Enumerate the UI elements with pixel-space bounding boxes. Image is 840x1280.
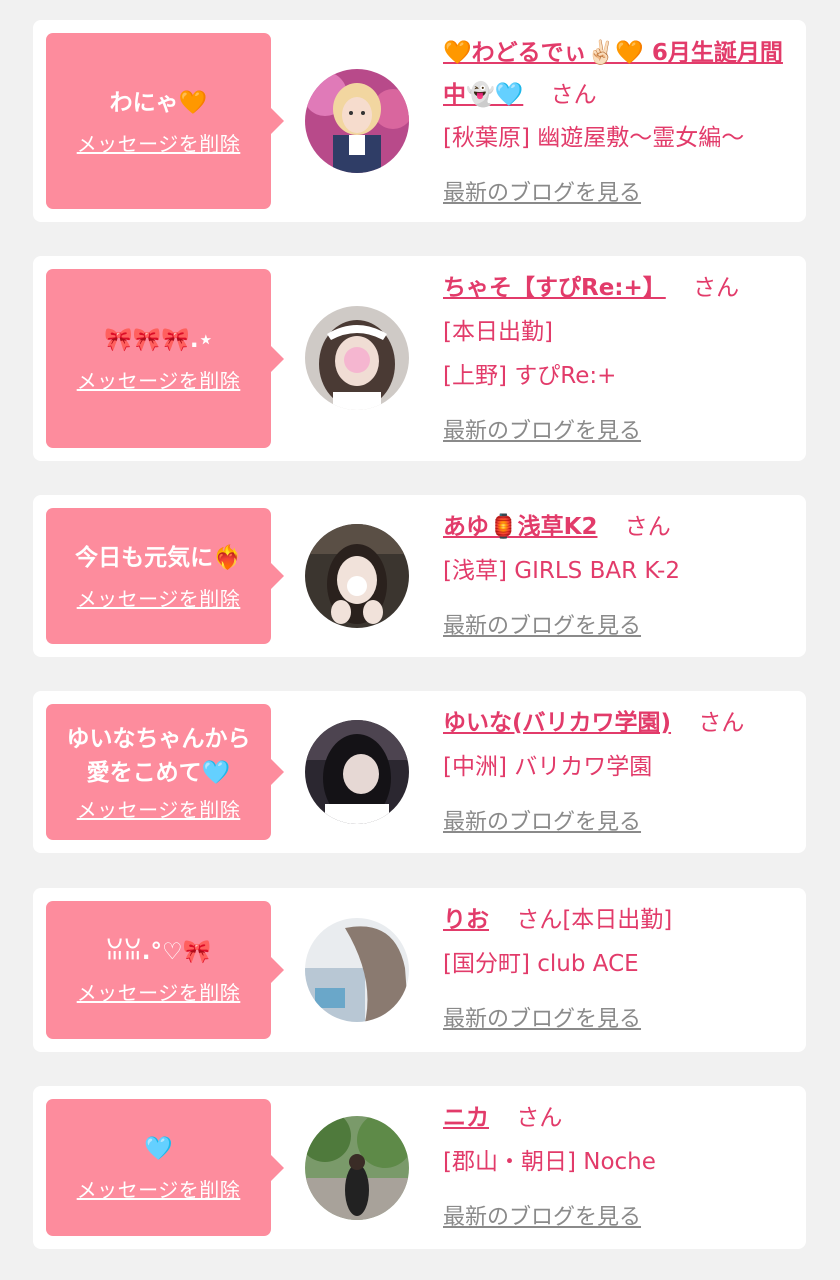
- message-list: わにゃ🧡 メッセージを削除 🧡わどるでぃ✌🏻🧡 6月生誕月間中👻🩵 さん [秋葉…: [0, 0, 840, 1280]
- latest-blog-link[interactable]: 最新のブログを見る: [443, 801, 641, 845]
- sender-name-link[interactable]: ゆいな(バリカワ学園): [443, 710, 671, 736]
- shop-detail: [郡山・朝日] Noche: [443, 1149, 656, 1175]
- sender-info: りお さん[本日出勤] [国分町] club ACE 最新のブログを見る: [443, 898, 796, 1042]
- latest-blog-link[interactable]: 最新のブログを見る: [443, 172, 641, 216]
- shop-detail: [秋葉原] 幽遊屋敷〜霊女編〜: [443, 125, 745, 151]
- message-bubble: ꈍꈍ.°♡🎀 メッセージを削除: [46, 901, 284, 1039]
- delete-message-link[interactable]: メッセージを削除: [77, 1174, 241, 1203]
- sender-info: ちゃそ【すぴRe:+】 さん [本日出勤] [上野] すぴRe:+ 最新のブログ…: [443, 266, 796, 454]
- message-text: ꈍꈍ.°♡🎀: [105, 938, 212, 965]
- shop-detail: [浅草] GIRLS BAR K-2: [443, 558, 680, 584]
- message-text: ゆいなちゃんから 愛をこめて🩵: [66, 725, 251, 786]
- sender-name-link[interactable]: ニカ: [443, 1105, 489, 1131]
- delete-message-link[interactable]: メッセージを削除: [77, 977, 241, 1006]
- delete-message-link[interactable]: メッセージを削除: [77, 794, 241, 823]
- message-card: ゆいなちゃんから 愛をこめて🩵 メッセージを削除 ゆいな(バリカワ学園) さん …: [33, 691, 806, 853]
- shop-detail: [上野] すぴRe:+: [443, 363, 617, 389]
- avatar[interactable]: [305, 918, 409, 1022]
- avatar[interactable]: [305, 720, 409, 824]
- delete-message-link[interactable]: メッセージを削除: [77, 583, 241, 612]
- avatar[interactable]: [305, 1116, 409, 1220]
- avatar[interactable]: [305, 306, 409, 410]
- message-text: 🩵: [144, 1136, 173, 1162]
- latest-blog-link[interactable]: 最新のブログを見る: [443, 410, 641, 454]
- honorific: さん: [550, 82, 597, 108]
- sender-info: ゆいな(バリカワ学園) さん [中洲] バリカワ学園 最新のブログを見る: [443, 701, 796, 845]
- sender-name-link[interactable]: 🧡わどるでぃ✌🏻🧡 6月生誕月間中👻🩵: [443, 40, 783, 108]
- sender-name-link[interactable]: りお: [443, 907, 489, 933]
- message-card: わにゃ🧡 メッセージを削除 🧡わどるでぃ✌🏻🧡 6月生誕月間中👻🩵 さん [秋葉…: [33, 20, 806, 222]
- sender-name-link[interactable]: ちゃそ【すぴRe:+】: [443, 275, 666, 301]
- message-bubble: 🎀🎀🎀.⋆ メッセージを削除: [46, 269, 284, 448]
- sender-info: あゆ🏮浅草K2 さん [浅草] GIRLS BAR K-2 最新のブログを見る: [443, 505, 796, 649]
- avatar[interactable]: [305, 69, 409, 173]
- message-bubble: わにゃ🧡 メッセージを削除: [46, 33, 284, 209]
- shop-detail: [国分町] club ACE: [443, 951, 639, 977]
- latest-blog-link[interactable]: 最新のブログを見る: [443, 1196, 641, 1240]
- sender-info: 🧡わどるでぃ✌🏻🧡 6月生誕月間中👻🩵 さん [秋葉原] 幽遊屋敷〜霊女編〜 最…: [443, 32, 796, 216]
- message-text: わにゃ🧡: [109, 89, 208, 116]
- sender-name-link[interactable]: あゆ🏮浅草K2: [443, 514, 597, 540]
- message-card: 🩵 メッセージを削除 ニカ さん [郡山・朝日] Noche 最新のブログを見る: [33, 1086, 806, 1249]
- honorific: さん: [698, 710, 745, 736]
- message-card: 🎀🎀🎀.⋆ メッセージを削除 ちゃそ【すぴRe:+】 さん [本日出勤] [上野…: [33, 256, 806, 461]
- message-bubble: 🩵 メッセージを削除: [46, 1099, 284, 1236]
- avatar[interactable]: [305, 524, 409, 628]
- delete-message-link[interactable]: メッセージを削除: [77, 128, 241, 157]
- honorific: さん: [516, 907, 563, 933]
- message-card: 今日も元気に❤️‍🔥 メッセージを削除 あゆ🏮浅草K2 さん [浅草] GIRL…: [33, 495, 806, 657]
- message-text: 🎀🎀🎀.⋆: [103, 327, 214, 353]
- message-bubble: ゆいなちゃんから 愛をこめて🩵 メッセージを削除: [46, 704, 284, 840]
- honorific: さん: [693, 275, 740, 301]
- shop-detail: [中洲] バリカワ学園: [443, 754, 653, 780]
- sender-info: ニカ さん [郡山・朝日] Noche 最新のブログを見る: [443, 1096, 796, 1240]
- shop-detail: [本日出勤]: [443, 319, 553, 345]
- latest-blog-link[interactable]: 最新のブログを見る: [443, 605, 641, 649]
- delete-message-link[interactable]: メッセージを削除: [77, 365, 241, 394]
- message-bubble: 今日も元気に❤️‍🔥 メッセージを削除: [46, 508, 284, 644]
- message-text: 今日も元気に❤️‍🔥: [75, 544, 242, 571]
- latest-blog-link[interactable]: 最新のブログを見る: [443, 998, 641, 1042]
- attendance-tag: [本日出勤]: [562, 907, 673, 933]
- message-card: ꈍꈍ.°♡🎀 メッセージを削除 りお さん[本日出勤] [国分町] club A…: [33, 888, 806, 1052]
- honorific: さん: [624, 514, 671, 540]
- honorific: さん: [516, 1105, 563, 1131]
